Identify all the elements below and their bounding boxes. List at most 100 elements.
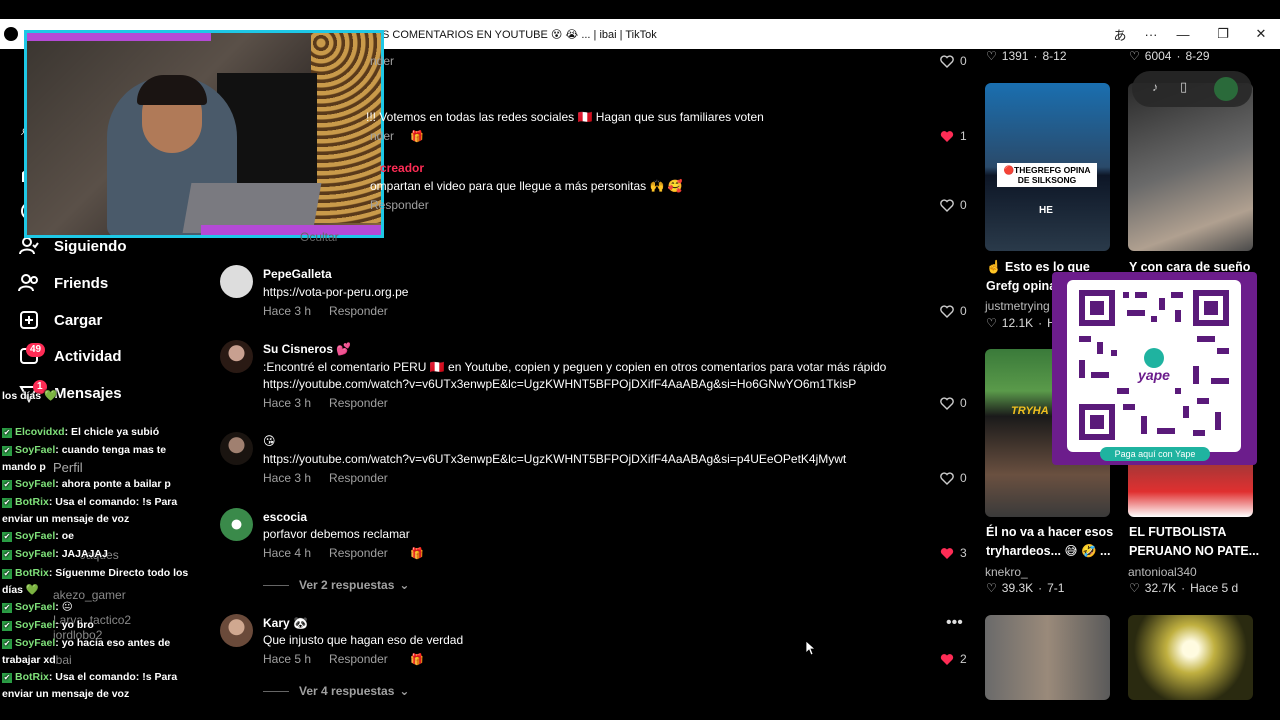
webcam-overlay: [24, 30, 384, 238]
gift-icon[interactable]: 🎁: [410, 653, 424, 667]
sidebar-item-label: Cargar: [54, 311, 103, 329]
chat-message: ✔ SoyFael: oe: [2, 530, 74, 542]
reply-button[interactable]: Responder: [329, 304, 388, 318]
chat-message: ✔ SoyFael: ahora ponte a bailar p: [2, 478, 171, 490]
more-options-icon[interactable]: ···: [1133, 19, 1169, 49]
chat-message: ✔ SoyFael: JAJAJAJ: [2, 548, 108, 560]
streamer-hair: [137, 75, 207, 105]
hide-replies-button[interactable]: Ocultar: [300, 230, 339, 244]
reply-button[interactable]: Responder: [370, 198, 429, 212]
view-replies-button[interactable]: Ver 4 respuestas ⌄: [263, 684, 409, 698]
video-thumbnail[interactable]: [985, 615, 1110, 700]
heart-icon: ♡: [986, 316, 997, 330]
chat-message: ✔ SoyFael: yo bro: [2, 619, 94, 631]
chevron-down-icon: ⌄: [399, 684, 410, 698]
view-replies-button[interactable]: Ver 2 respuestas ⌄: [263, 578, 409, 592]
video-thumbnail[interactable]: [1128, 615, 1253, 700]
comment-link[interactable]: https://youtube.com/watch?v=v6UTx3enwpE&…: [263, 452, 846, 466]
gift-icon[interactable]: 🎁: [410, 547, 424, 561]
friends-icon: [18, 272, 40, 294]
video-stats: ♡ 6004 · 8-29: [1129, 49, 1210, 63]
comment-text: !!! Votemos en todas las redes sociales …: [366, 110, 764, 124]
phone-icon[interactable]: ▯: [1180, 79, 1187, 95]
comment-like[interactable]: 3: [940, 546, 967, 560]
heart-icon: [940, 198, 954, 212]
chat-message: ✔ BotRix: Usa el comando: !s Para enviar …: [2, 671, 178, 700]
sidebar-item-label: Actividad: [54, 347, 122, 365]
heart-icon: ♡: [986, 581, 997, 595]
floating-toolbar: ♪ ▯: [1132, 71, 1252, 107]
avatar[interactable]: [220, 508, 253, 541]
yape-logo: yape: [1137, 367, 1170, 383]
comment-time: Hace 5 h: [263, 652, 312, 666]
reply-button[interactable]: nder: [370, 129, 394, 143]
comment-like[interactable]: 0: [940, 198, 967, 212]
video-thumbnail[interactable]: [1128, 83, 1253, 251]
reply-button[interactable]: Responder: [329, 652, 388, 666]
comment-like[interactable]: 0: [940, 54, 967, 68]
comment-text: ompartan el video para que llegue a más …: [370, 179, 683, 193]
comment-like[interactable]: 0: [940, 304, 967, 318]
chat-message: ✔ Elcovidxd: El chicle ya subió: [2, 426, 160, 438]
video-author[interactable]: justmetrying: [985, 299, 1050, 313]
comment-text: https://vota-por-peru.org.pe: [263, 285, 409, 299]
sidebar-item-friends[interactable]: Friends: [18, 269, 108, 297]
comment-time: Hace 3 h: [263, 396, 312, 410]
heart-icon: [940, 54, 954, 68]
video-thumbnail[interactable]: 🔴THEGREFG OPINA DE SILKSONG HE: [985, 83, 1110, 251]
chat-message: ✔ SoyFael: yo hacia eso antes de trabajar…: [2, 637, 171, 666]
qr-code: yape: [1067, 280, 1241, 452]
comment-author[interactable]: Kary 🐼: [263, 616, 308, 630]
heart-icon: [940, 471, 954, 485]
sidebar-item-cargar[interactable]: Cargar: [18, 306, 102, 334]
reply-button[interactable]: Responder: [329, 471, 388, 485]
video-title[interactable]: EL FUTBOLISTA PERUANO NO PATE...: [1129, 523, 1264, 561]
mouse-cursor-icon: [806, 641, 816, 656]
reply-button[interactable]: Responder: [329, 396, 388, 410]
comment-author[interactable]: escocia: [263, 510, 307, 524]
frame-accent: [27, 33, 211, 41]
video-author[interactable]: antonioal340: [1128, 565, 1197, 579]
avatar[interactable]: [220, 614, 253, 647]
reply-button[interactable]: Responder: [329, 546, 388, 560]
reply-button[interactable]: nder: [370, 54, 394, 68]
thumbnail-caption: 🔴THEGREFG OPINA DE SILKSONG: [997, 163, 1097, 187]
comment-like[interactable]: 2: [940, 652, 967, 666]
comment-link[interactable]: https://youtube.com/watch?v=v6UTx3enwpE&…: [263, 377, 856, 391]
chat-message: ✔ BotRix: Usa el comando: !s Para enviar …: [2, 496, 178, 525]
chevron-down-icon: ⌄: [399, 578, 410, 592]
sidebar-item-label: Friends: [54, 274, 109, 292]
sidebar-item-label: Siguiendo: [54, 237, 127, 255]
gift-icon[interactable]: 🎁: [410, 130, 424, 144]
chat-message: ✔ SoyFael: cuando tenga mas te mando p: [2, 444, 167, 473]
comment-like[interactable]: 1: [940, 129, 967, 143]
comment-author[interactable]: 😘: [263, 434, 276, 448]
frame-accent: [201, 225, 381, 235]
restore-icon[interactable]: ❐: [1205, 19, 1241, 49]
heart-filled-icon: [940, 130, 954, 142]
thumbnail-caption: TRYHA: [1011, 405, 1049, 417]
chat-message: los días 💚: [2, 390, 58, 402]
avatar[interactable]: [1214, 77, 1238, 101]
comment-text: Que injusto que hagan eso de verdad: [263, 633, 464, 647]
video-author[interactable]: knekro_: [985, 565, 1028, 579]
following-icon: [18, 235, 40, 257]
comment-author[interactable]: Su Cisneros 💕: [263, 342, 351, 356]
comment-like[interactable]: 0: [940, 471, 967, 485]
comment-like[interactable]: 0: [940, 396, 967, 410]
minimize-icon[interactable]: —: [1165, 19, 1201, 49]
heart-icon: ♡: [986, 49, 997, 63]
chat-message: ✔ SoyFael: 😐: [2, 601, 73, 613]
more-options-icon[interactable]: •••: [946, 614, 963, 632]
avatar[interactable]: [220, 432, 253, 465]
video-stats: ♡ 32.7K · Hace 5 d: [1129, 581, 1239, 595]
comment-author[interactable]: PepeGalleta: [263, 267, 332, 281]
avatar[interactable]: [220, 265, 253, 298]
heart-icon: [940, 304, 954, 318]
video-title[interactable]: Él no va a hacer esos tryhardeos... 😅 🤣 …: [986, 523, 1121, 561]
comment-time: Hace 3 h: [263, 304, 312, 318]
avatar[interactable]: [220, 340, 253, 373]
heart-icon: ♡: [1129, 49, 1140, 63]
tiktok-icon[interactable]: ♪: [1152, 80, 1158, 94]
close-icon[interactable]: ✕: [1243, 19, 1279, 49]
